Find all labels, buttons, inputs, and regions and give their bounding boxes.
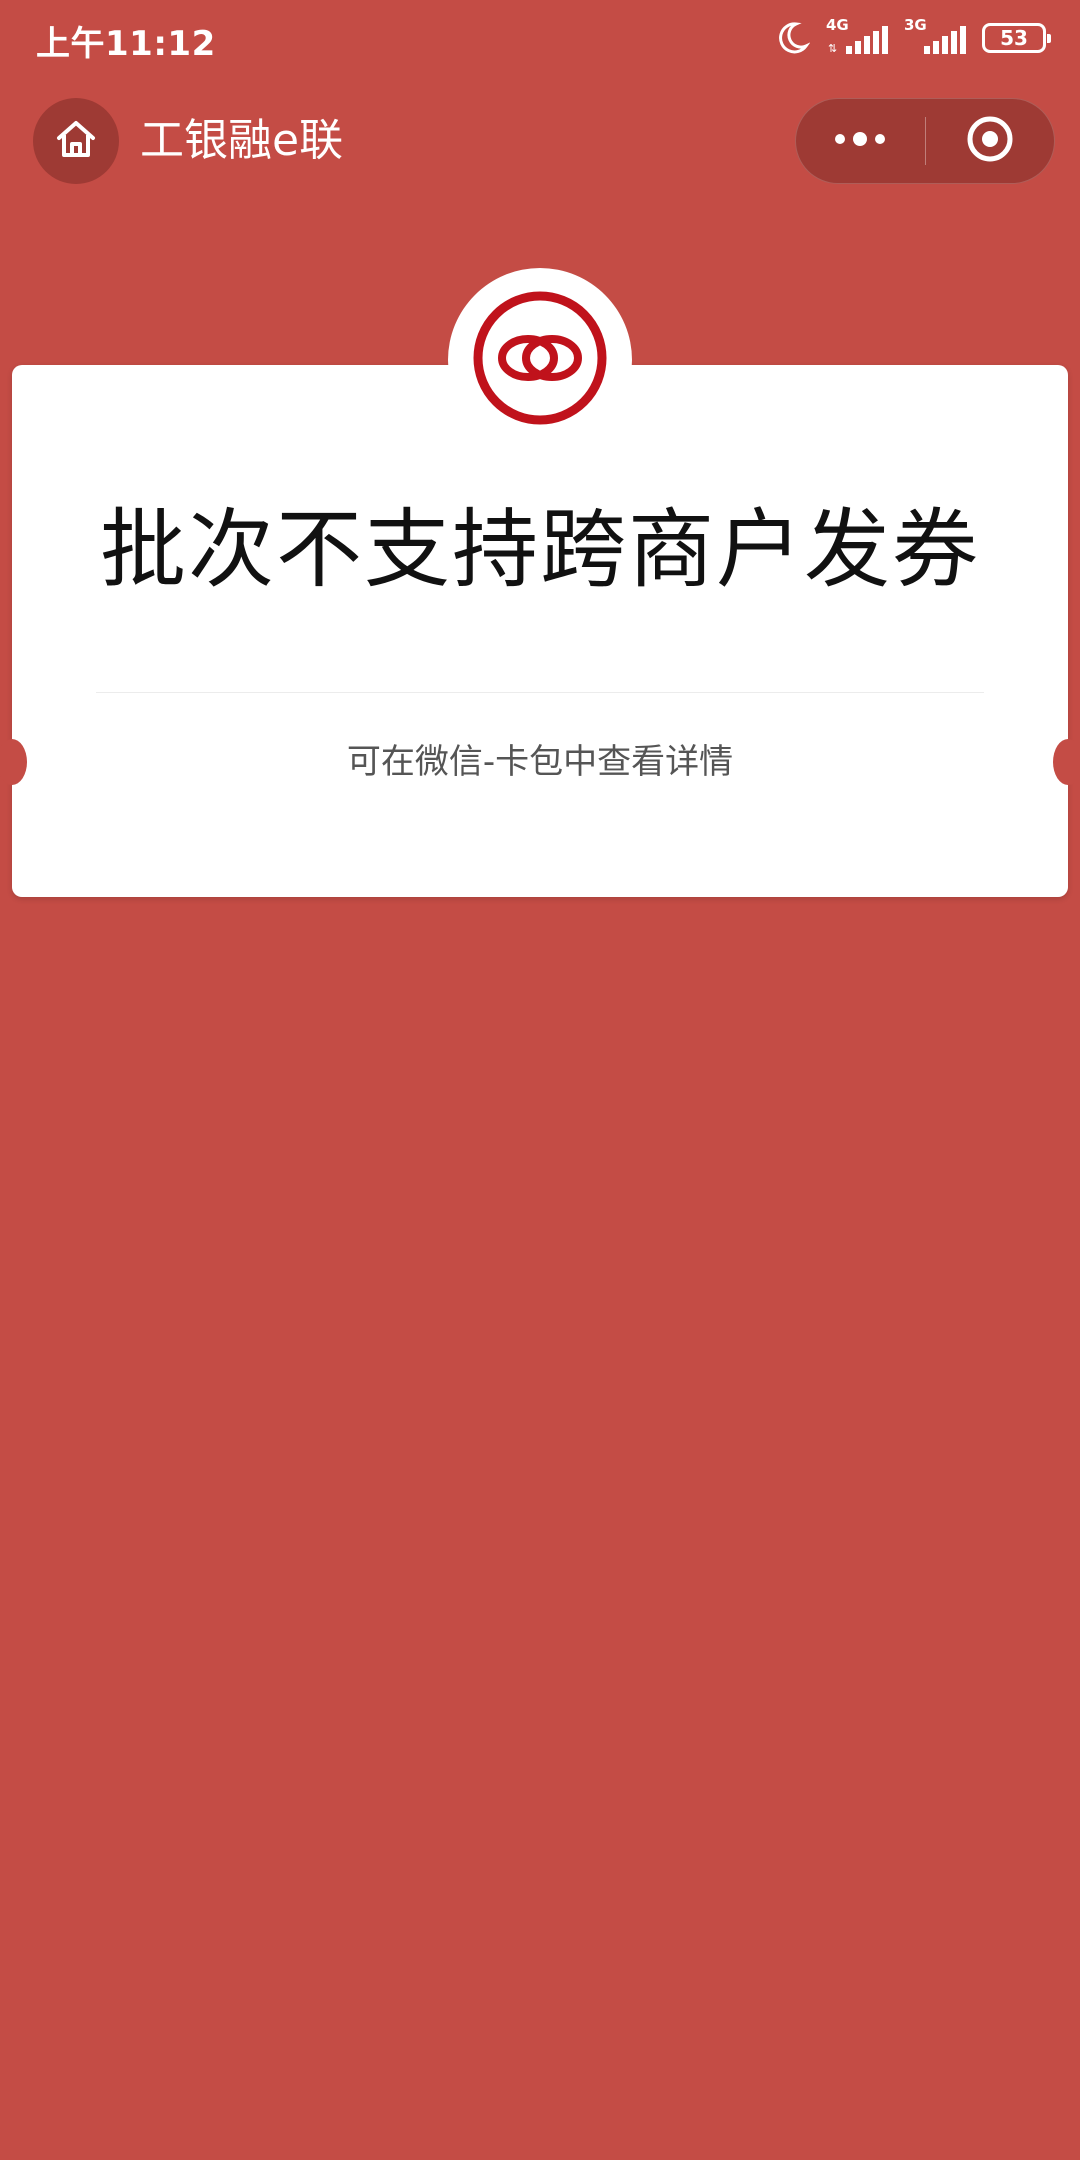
card-divider	[96, 692, 984, 693]
home-icon	[53, 116, 99, 166]
moon-icon	[774, 20, 810, 56]
app-title: 工银融e联	[140, 115, 344, 166]
signal-3g-icon: 3G	[904, 16, 966, 56]
battery-level: 53	[1000, 26, 1028, 50]
more-dots-icon	[832, 129, 888, 153]
status-bar: 上午11:12 4G ⇅ 3G 53	[0, 0, 1080, 76]
status-icons: 4G ⇅ 3G 53	[774, 16, 1051, 58]
mini-program-capsule	[795, 98, 1055, 184]
icbc-rings-logo-icon	[470, 288, 610, 432]
status-time: 上午11:12	[36, 24, 216, 64]
logo-badge	[448, 268, 632, 452]
signal-4g-icon: 4G ⇅	[826, 16, 888, 56]
result-subtitle: 可在微信-卡包中查看详情	[346, 742, 734, 782]
battery-icon: 53	[982, 23, 1051, 53]
result-title: 批次不支持跨商户发券	[100, 500, 980, 600]
more-button[interactable]	[796, 98, 925, 184]
target-close-icon	[965, 114, 1015, 168]
close-button[interactable]	[926, 98, 1055, 184]
home-button[interactable]	[33, 98, 119, 184]
